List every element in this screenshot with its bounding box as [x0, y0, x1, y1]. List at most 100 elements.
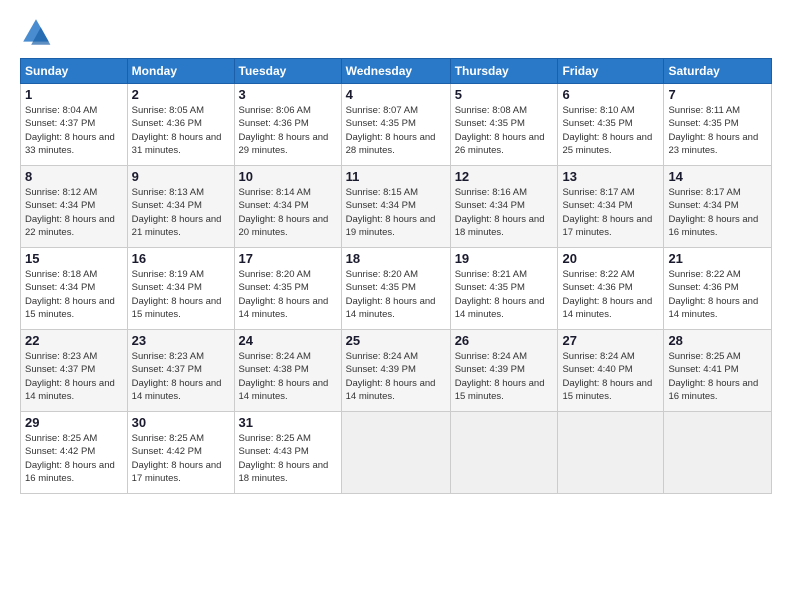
day-cell: 12Sunrise: 8:16 AMSunset: 4:34 PMDayligh… [450, 166, 558, 248]
day-number: 30 [132, 415, 230, 430]
day-number: 24 [239, 333, 337, 348]
day-cell: 3 Sunrise: 8:06 AMSunset: 4:36 PMDaylight… [234, 84, 341, 166]
day-number: 9 [132, 169, 230, 184]
day-number: 13 [562, 169, 659, 184]
day-info: Sunrise: 8:23 AMSunset: 4:37 PMDaylight:… [25, 350, 123, 403]
day-number: 28 [668, 333, 767, 348]
day-number: 25 [346, 333, 446, 348]
day-info: Sunrise: 8:14 AMSunset: 4:34 PMDaylight:… [239, 186, 337, 239]
day-info: Sunrise: 8:12 AMSunset: 4:34 PMDaylight:… [25, 186, 123, 239]
day-number: 10 [239, 169, 337, 184]
day-info: Sunrise: 8:23 AMSunset: 4:37 PMDaylight:… [132, 350, 230, 403]
day-cell: 9 Sunrise: 8:13 AMSunset: 4:34 PMDaylight… [127, 166, 234, 248]
header-cell-thursday: Thursday [450, 59, 558, 84]
day-info: Sunrise: 8:07 AMSunset: 4:35 PMDaylight:… [346, 104, 446, 157]
day-cell: 24 Sunrise: 8:24 AMSunset: 4:38 PMDayligh… [234, 330, 341, 412]
day-cell: 30 Sunrise: 8:25 AMSunset: 4:42 PMDayligh… [127, 412, 234, 494]
day-info: Sunrise: 8:25 AMSunset: 4:42 PMDaylight:… [132, 432, 230, 485]
day-cell: 20 Sunrise: 8:22 AMSunset: 4:36 PMDayligh… [558, 248, 664, 330]
day-number: 11 [346, 169, 446, 184]
day-info: Sunrise: 8:20 AMSunset: 4:35 PMDaylight:… [346, 268, 446, 321]
day-number: 1 [25, 87, 123, 102]
header-cell-monday: Monday [127, 59, 234, 84]
day-cell: 18Sunrise: 8:20 AMSunset: 4:35 PMDayligh… [341, 248, 450, 330]
day-cell [450, 412, 558, 494]
day-number: 26 [455, 333, 554, 348]
day-number: 27 [562, 333, 659, 348]
day-number: 20 [562, 251, 659, 266]
header-cell-friday: Friday [558, 59, 664, 84]
day-number: 17 [239, 251, 337, 266]
header [20, 16, 772, 48]
day-info: Sunrise: 8:17 AMSunset: 4:34 PMDaylight:… [668, 186, 767, 239]
day-cell: 4 Sunrise: 8:07 AMSunset: 4:35 PMDaylight… [341, 84, 450, 166]
week-row-2: 8Sunrise: 8:12 AMSunset: 4:34 PMDaylight… [21, 166, 772, 248]
day-number: 6 [562, 87, 659, 102]
day-cell: 17 Sunrise: 8:20 AMSunset: 4:35 PMDayligh… [234, 248, 341, 330]
day-info: Sunrise: 8:10 AMSunset: 4:35 PMDaylight:… [562, 104, 659, 157]
day-info: Sunrise: 8:17 AMSunset: 4:34 PMDaylight:… [562, 186, 659, 239]
header-cell-sunday: Sunday [21, 59, 128, 84]
day-info: Sunrise: 8:04 AMSunset: 4:37 PMDaylight:… [25, 104, 123, 157]
day-number: 19 [455, 251, 554, 266]
day-info: Sunrise: 8:24 AMSunset: 4:40 PMDaylight:… [562, 350, 659, 403]
day-info: Sunrise: 8:19 AMSunset: 4:34 PMDaylight:… [132, 268, 230, 321]
day-number: 22 [25, 333, 123, 348]
day-cell: 28 Sunrise: 8:25 AMSunset: 4:41 PMDayligh… [664, 330, 772, 412]
day-number: 16 [132, 251, 230, 266]
day-info: Sunrise: 8:11 AMSunset: 4:35 PMDaylight:… [668, 104, 767, 157]
day-info: Sunrise: 8:16 AMSunset: 4:34 PMDaylight:… [455, 186, 554, 239]
week-row-1: 1 Sunrise: 8:04 AMSunset: 4:37 PMDaylight… [21, 84, 772, 166]
day-cell: 16 Sunrise: 8:19 AMSunset: 4:34 PMDayligh… [127, 248, 234, 330]
day-cell: 1 Sunrise: 8:04 AMSunset: 4:37 PMDaylight… [21, 84, 128, 166]
day-number: 15 [25, 251, 123, 266]
week-row-4: 22 Sunrise: 8:23 AMSunset: 4:37 PMDayligh… [21, 330, 772, 412]
day-cell: 27 Sunrise: 8:24 AMSunset: 4:40 PMDayligh… [558, 330, 664, 412]
day-cell [664, 412, 772, 494]
day-cell: 10 Sunrise: 8:14 AMSunset: 4:34 PMDayligh… [234, 166, 341, 248]
week-row-5: 29 Sunrise: 8:25 AMSunset: 4:42 PMDayligh… [21, 412, 772, 494]
day-info: Sunrise: 8:20 AMSunset: 4:35 PMDaylight:… [239, 268, 337, 321]
day-info: Sunrise: 8:22 AMSunset: 4:36 PMDaylight:… [562, 268, 659, 321]
day-info: Sunrise: 8:21 AMSunset: 4:35 PMDaylight:… [455, 268, 554, 321]
day-cell: 7 Sunrise: 8:11 AMSunset: 4:35 PMDaylight… [664, 84, 772, 166]
week-row-3: 15Sunrise: 8:18 AMSunset: 4:34 PMDayligh… [21, 248, 772, 330]
day-cell [341, 412, 450, 494]
header-cell-saturday: Saturday [664, 59, 772, 84]
day-cell: 15Sunrise: 8:18 AMSunset: 4:34 PMDayligh… [21, 248, 128, 330]
day-cell: 13 Sunrise: 8:17 AMSunset: 4:34 PMDayligh… [558, 166, 664, 248]
day-cell: 23 Sunrise: 8:23 AMSunset: 4:37 PMDayligh… [127, 330, 234, 412]
day-cell: 21Sunrise: 8:22 AMSunset: 4:36 PMDayligh… [664, 248, 772, 330]
day-number: 7 [668, 87, 767, 102]
day-info: Sunrise: 8:13 AMSunset: 4:34 PMDaylight:… [132, 186, 230, 239]
day-info: Sunrise: 8:24 AMSunset: 4:39 PMDaylight:… [455, 350, 554, 403]
day-number: 3 [239, 87, 337, 102]
day-info: Sunrise: 8:08 AMSunset: 4:35 PMDaylight:… [455, 104, 554, 157]
day-number: 2 [132, 87, 230, 102]
day-cell: 29 Sunrise: 8:25 AMSunset: 4:42 PMDayligh… [21, 412, 128, 494]
day-info: Sunrise: 8:06 AMSunset: 4:36 PMDaylight:… [239, 104, 337, 157]
day-cell: 2Sunrise: 8:05 AMSunset: 4:36 PMDaylight… [127, 84, 234, 166]
day-info: Sunrise: 8:15 AMSunset: 4:34 PMDaylight:… [346, 186, 446, 239]
day-cell: 11 Sunrise: 8:15 AMSunset: 4:34 PMDayligh… [341, 166, 450, 248]
day-number: 29 [25, 415, 123, 430]
day-number: 4 [346, 87, 446, 102]
header-cell-wednesday: Wednesday [341, 59, 450, 84]
day-cell [558, 412, 664, 494]
header-row: SundayMondayTuesdayWednesdayThursdayFrid… [21, 59, 772, 84]
day-info: Sunrise: 8:24 AMSunset: 4:38 PMDaylight:… [239, 350, 337, 403]
day-info: Sunrise: 8:25 AMSunset: 4:42 PMDaylight:… [25, 432, 123, 485]
day-number: 23 [132, 333, 230, 348]
day-cell: 22 Sunrise: 8:23 AMSunset: 4:37 PMDayligh… [21, 330, 128, 412]
day-cell: 26 Sunrise: 8:24 AMSunset: 4:39 PMDayligh… [450, 330, 558, 412]
calendar-table: SundayMondayTuesdayWednesdayThursdayFrid… [20, 58, 772, 494]
day-number: 14 [668, 169, 767, 184]
day-cell: 5Sunrise: 8:08 AMSunset: 4:35 PMDaylight… [450, 84, 558, 166]
header-cell-tuesday: Tuesday [234, 59, 341, 84]
day-cell: 8Sunrise: 8:12 AMSunset: 4:34 PMDaylight… [21, 166, 128, 248]
day-cell: 25 Sunrise: 8:24 AMSunset: 4:39 PMDayligh… [341, 330, 450, 412]
calendar-page: SundayMondayTuesdayWednesdayThursdayFrid… [0, 0, 792, 612]
day-cell: 19 Sunrise: 8:21 AMSunset: 4:35 PMDayligh… [450, 248, 558, 330]
day-info: Sunrise: 8:24 AMSunset: 4:39 PMDaylight:… [346, 350, 446, 403]
day-info: Sunrise: 8:25 AMSunset: 4:41 PMDaylight:… [668, 350, 767, 403]
